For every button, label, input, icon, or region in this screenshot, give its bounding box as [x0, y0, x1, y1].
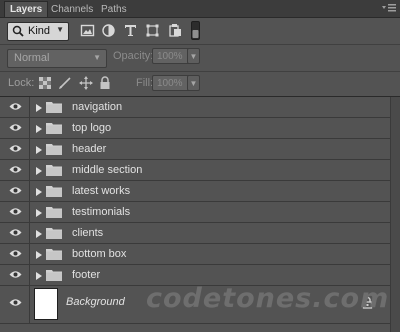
folder-icon — [46, 206, 62, 221]
eye-icon — [9, 103, 22, 110]
search-icon — [12, 25, 24, 40]
layer-name: latest works — [72, 185, 131, 197]
layer-row[interactable]: latest works — [0, 181, 390, 202]
layer-row[interactable]: clients — [0, 223, 390, 244]
layer-name: navigation — [72, 101, 123, 113]
tab-channels[interactable]: Channels — [46, 2, 98, 17]
watermark-text: codetones.com — [146, 283, 390, 314]
blend-options-row: Normal ▼ — [0, 45, 400, 72]
layer-name: header — [72, 143, 107, 155]
blend-mode-value: Normal — [14, 52, 50, 64]
filter-toggle-switch[interactable] — [191, 21, 206, 40]
filter-kind-label: Kind — [28, 25, 51, 37]
layer-name: top logo — [72, 122, 112, 134]
expand-triangle-icon[interactable] — [36, 187, 42, 199]
folder-icon — [46, 101, 62, 116]
eye-icon — [9, 250, 22, 257]
background-thumbnail — [34, 288, 58, 320]
eye-icon — [9, 166, 22, 173]
visibility-toggle[interactable] — [0, 283, 30, 323]
visibility-toggle[interactable] — [0, 202, 30, 222]
eye-icon — [9, 271, 22, 278]
folder-icon — [46, 164, 62, 179]
expand-triangle-icon[interactable] — [36, 124, 42, 136]
layer-row[interactable]: bottom box — [0, 244, 390, 265]
tab-paths[interactable]: Paths — [96, 2, 132, 17]
folder-icon — [46, 185, 62, 200]
fill-dropdown-arrow[interactable]: ▼ — [187, 75, 200, 91]
folder-icon — [46, 269, 62, 284]
visibility-toggle[interactable] — [0, 244, 30, 264]
visibility-toggle[interactable] — [0, 160, 30, 180]
expand-triangle-icon[interactable] — [36, 271, 42, 283]
expand-triangle-icon[interactable] — [36, 103, 42, 115]
opacity-label: Opacity: — [113, 50, 154, 62]
panel-menu-icon[interactable] — [382, 3, 396, 16]
shape-filter-icon[interactable] — [145, 23, 160, 38]
layer-row[interactable]: testimonials — [0, 202, 390, 223]
layer-row[interactable]: header — [0, 139, 390, 160]
expand-triangle-icon[interactable] — [36, 166, 42, 178]
lock-all-icon[interactable] — [98, 76, 112, 90]
opacity-dropdown-arrow[interactable]: ▼ — [187, 48, 200, 64]
adjustment-filter-icon[interactable] — [101, 23, 116, 38]
pixel-filter-icon[interactable] — [80, 23, 95, 38]
lock-position-icon[interactable] — [79, 76, 93, 90]
eye-icon — [9, 124, 22, 131]
opacity-field[interactable]: 100% — [152, 48, 192, 64]
eye-icon — [9, 208, 22, 215]
fill-field[interactable]: 100% — [152, 75, 192, 91]
folder-icon — [46, 227, 62, 242]
expand-triangle-icon[interactable] — [36, 229, 42, 241]
tab-layers[interactable]: Layers — [4, 1, 49, 17]
eye-icon — [9, 229, 22, 236]
layer-name: testimonials — [72, 206, 131, 218]
eye-icon — [9, 145, 22, 152]
eye-icon — [9, 299, 22, 306]
layer-name: footer — [72, 269, 101, 281]
fill-label: Fill: — [136, 77, 154, 89]
layer-row[interactable]: top logo — [0, 118, 390, 139]
layer-name: middle section — [72, 164, 143, 176]
layer-name: bottom box — [72, 248, 127, 260]
eye-icon — [9, 187, 22, 194]
folder-icon — [46, 248, 62, 263]
smart-object-filter-icon[interactable] — [168, 23, 183, 38]
expand-triangle-icon[interactable] — [36, 145, 42, 157]
lock-image-icon[interactable] — [58, 76, 72, 90]
lock-transparent-icon[interactable] — [38, 76, 52, 90]
filter-kind-dropdown[interactable]: Kind ▼ — [7, 22, 69, 41]
visibility-toggle[interactable] — [0, 139, 30, 159]
expand-triangle-icon[interactable] — [36, 250, 42, 262]
layer-name: clients — [72, 227, 104, 239]
layer-filter-row: Kind ▼ — [0, 18, 400, 45]
blend-mode-dropdown[interactable]: Normal ▼ — [7, 49, 107, 68]
visibility-toggle[interactable] — [0, 181, 30, 201]
chevron-down-icon: ▼ — [56, 25, 64, 34]
layer-list-scrollbar[interactable] — [390, 97, 400, 332]
lock-label: Lock: — [8, 77, 35, 89]
visibility-toggle[interactable] — [0, 265, 30, 285]
layer-row[interactable]: middle section — [0, 160, 390, 181]
visibility-toggle[interactable] — [0, 118, 30, 138]
layers-panel: Layers Channels Paths Kind ▼ Normal ▼ Op… — [0, 0, 400, 332]
panel-tab-bar: Layers Channels Paths — [0, 0, 400, 18]
folder-icon — [46, 143, 62, 158]
visibility-toggle[interactable] — [0, 97, 30, 117]
expand-triangle-icon[interactable] — [36, 208, 42, 220]
layer-row[interactable]: navigation — [0, 97, 390, 118]
background-layer-name: Background — [66, 296, 125, 308]
type-filter-icon[interactable] — [123, 23, 138, 38]
chevron-down-icon: ▼ — [93, 53, 101, 62]
visibility-toggle[interactable] — [0, 223, 30, 243]
folder-icon — [46, 122, 62, 137]
